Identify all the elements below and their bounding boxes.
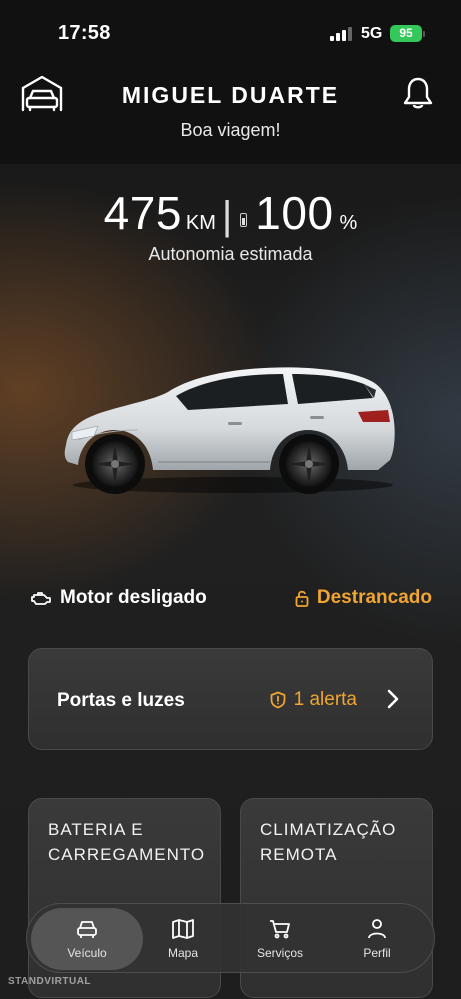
tab-map[interactable]: Mapa <box>133 908 233 970</box>
clock: 17:58 <box>58 22 111 44</box>
engine-status: Motor desligado <box>30 587 207 609</box>
greeting-text: Boa viagem! <box>180 120 281 140</box>
doors-lights-card[interactable]: Portas e luzes 1 alerta <box>28 648 433 750</box>
range-display: 475 KM | 100 % <box>0 186 461 240</box>
battery-small-icon <box>240 213 248 227</box>
tab-profile-label: Perfil <box>363 946 391 960</box>
signal-icon <box>330 27 352 41</box>
lock-status[interactable]: Destrancado <box>295 587 432 609</box>
engine-icon <box>31 592 51 605</box>
car-icon <box>77 921 97 938</box>
remote-climate-title: CLIMATIZAÇÃO REMOTA <box>260 820 397 864</box>
car-image <box>64 367 395 494</box>
bell-icon[interactable] <box>402 76 434 110</box>
battery-indicator: 95 <box>390 25 422 42</box>
range-distance-unit: KM <box>185 212 216 234</box>
battery-charging-title: BATERIA E CARREGAMENTO <box>48 820 206 864</box>
user-name: MIGUEL DUARTE <box>121 82 340 108</box>
watermark: STANDVIRTUAL <box>8 976 92 987</box>
range-distance: 475 <box>103 187 182 239</box>
doors-lights-label: Portas e luzes <box>57 690 185 711</box>
range-caption: Autonomia estimada <box>148 244 313 264</box>
chevron-right-icon[interactable] <box>386 688 400 710</box>
network-type: 5G <box>361 25 383 42</box>
bottom-nav: Veículo Mapa Serviços Perfil <box>26 903 435 973</box>
tab-vehicle-label: Veículo <box>67 946 107 960</box>
battery-tip <box>423 31 425 37</box>
alert-count: 1 alerta <box>293 689 357 710</box>
tab-map-label: Mapa <box>167 946 199 960</box>
lock-status-label: Destrancado <box>316 587 432 608</box>
app-header: MIGUEL DUARTE Boa viagem! <box>0 60 461 164</box>
unlock-icon <box>295 590 309 607</box>
alert-badge: 1 alerta <box>270 689 357 711</box>
cart-icon <box>270 920 290 939</box>
status-bar: 17:58 5G 95 <box>0 0 461 60</box>
battery-level-unit: % <box>339 212 358 234</box>
range-separator: | <box>221 194 233 238</box>
tab-profile[interactable]: Perfil <box>327 908 427 970</box>
shield-alert-icon <box>270 691 286 709</box>
tab-services-label: Serviços <box>256 946 303 960</box>
app-screen: 17:58 5G 95 MIGUEL DUARTE Boa viagem! 47… <box>0 0 461 999</box>
engine-status-label: Motor desligado <box>60 587 207 608</box>
battery-level: 100 <box>255 187 334 239</box>
map-icon <box>172 919 194 939</box>
person-icon <box>368 919 386 939</box>
tab-vehicle[interactable]: Veículo <box>31 908 143 970</box>
tab-services[interactable]: Serviços <box>230 908 330 970</box>
